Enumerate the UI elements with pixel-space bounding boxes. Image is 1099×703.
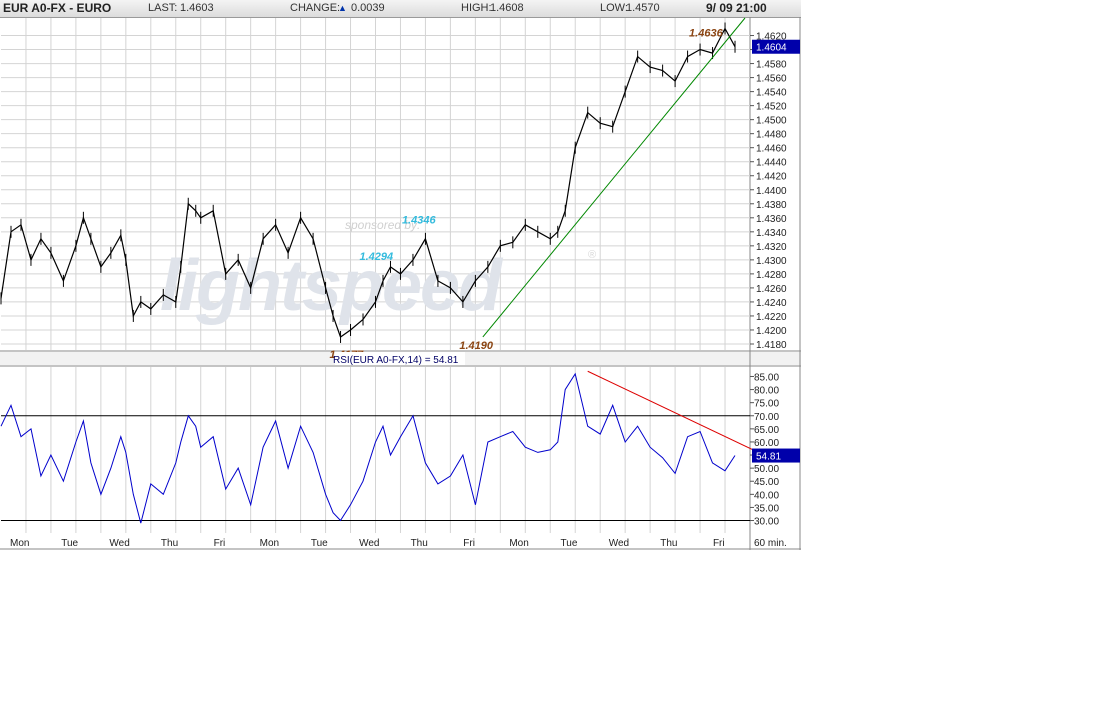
x-tick-label: Wed — [109, 538, 129, 549]
x-tick-label: Mon — [10, 538, 29, 549]
price-annotation: 1.4294 — [360, 251, 394, 263]
x-tick-label: Fri — [463, 538, 475, 549]
rsi-tick-label: 50.00 — [754, 464, 779, 475]
chart-canvas: sponsored by: lightspeed ® 1.46201.46001… — [0, 17, 801, 550]
price-annotation: 1.4636 — [689, 27, 724, 39]
rsi-y-axis: RSI(EUR A0-FX,14) = 54.81 85.00 80.00 75.00… — [333, 352, 800, 528]
x-tick-label: Fri — [214, 538, 226, 549]
rsi-tick-label: 40.00 — [754, 490, 779, 501]
price-annotation: 1.4190 — [459, 340, 494, 352]
price-tick-label: 1.4200 — [756, 326, 787, 337]
price-tick-label: 1.4580 — [756, 60, 787, 71]
x-tick-label: Wed — [359, 538, 379, 549]
price-tick-label: 1.4360 — [756, 214, 787, 225]
x-tick-label: Thu — [660, 538, 677, 549]
last-price-label: 1.4604 — [756, 43, 787, 54]
interval-label: 60 min. — [754, 538, 787, 549]
x-tick-label: Thu — [411, 538, 428, 549]
registered-mark: ® — [588, 249, 596, 261]
x-tick-label: Thu — [161, 538, 178, 549]
x-tick-label: Tue — [61, 538, 78, 549]
price-y-axis: 1.46201.46001.45801.45601.45401.45201.45… — [750, 32, 800, 351]
price-tick-label: 1.4540 — [756, 88, 787, 99]
rsi-tick-label: 45.00 — [754, 477, 779, 488]
rsi-title: RSI(EUR A0-FX,14) = 54.81 — [333, 355, 459, 366]
price-tick-label: 1.4180 — [756, 340, 787, 351]
x-tick-label: Mon — [260, 538, 279, 549]
rsi-tick-label: 65.00 — [754, 425, 779, 436]
x-tick-label: Mon — [509, 538, 528, 549]
price-tick-label: 1.4240 — [756, 298, 787, 309]
rsi-tick-label: 30.00 — [754, 517, 779, 528]
rsi-tick-label: 35.00 — [754, 503, 779, 514]
price-tick-label: 1.4320 — [756, 242, 787, 253]
rsi-tick-label: 85.00 — [754, 372, 779, 383]
price-tick-label: 1.4220 — [756, 312, 787, 323]
price-tick-label: 1.4400 — [756, 186, 787, 197]
price-tick-label: 1.4380 — [756, 200, 787, 211]
price-tick-label: 1.4560 — [756, 74, 787, 85]
x-tick-label: Tue — [561, 538, 578, 549]
x-axis: Mon Tue Wed Thu Fri Mon Tue Wed Thu Fri Mon Tue Wed T… — [10, 538, 787, 549]
price-tick-label: 1.4280 — [756, 270, 787, 281]
price-tick-label: 1.4460 — [756, 144, 787, 155]
price-tick-label: 1.4300 — [756, 256, 787, 267]
stock-chart: EUR A0-FX - EURO LAST: 1.4603 CHANGE: ▲ … — [0, 0, 801, 550]
x-tick-label: Wed — [609, 538, 629, 549]
rsi-tick-label: 60.00 — [754, 438, 779, 449]
price-tick-label: 1.4480 — [756, 130, 787, 141]
price-tick-label: 1.4260 — [756, 284, 787, 295]
price-tick-label: 1.4500 — [756, 116, 787, 127]
rsi-series — [0, 370, 776, 524]
price-trendline — [482, 17, 746, 338]
rsi-tick-label: 70.00 — [754, 412, 779, 423]
x-tick-label: Fri — [713, 538, 725, 549]
price-tick-label: 1.4520 — [756, 102, 787, 113]
rsi-tick-label: 80.00 — [754, 386, 779, 397]
price-tick-label: 1.4440 — [756, 158, 787, 169]
price-tick-label: 1.4420 — [756, 172, 787, 183]
price-annotation: 1.4346 — [402, 215, 437, 227]
price-tick-label: 1.4340 — [756, 228, 787, 239]
x-tick-label: Tue — [311, 538, 328, 549]
last-rsi-label: 54.81 — [756, 452, 781, 463]
rsi-tick-label: 75.00 — [754, 399, 779, 410]
